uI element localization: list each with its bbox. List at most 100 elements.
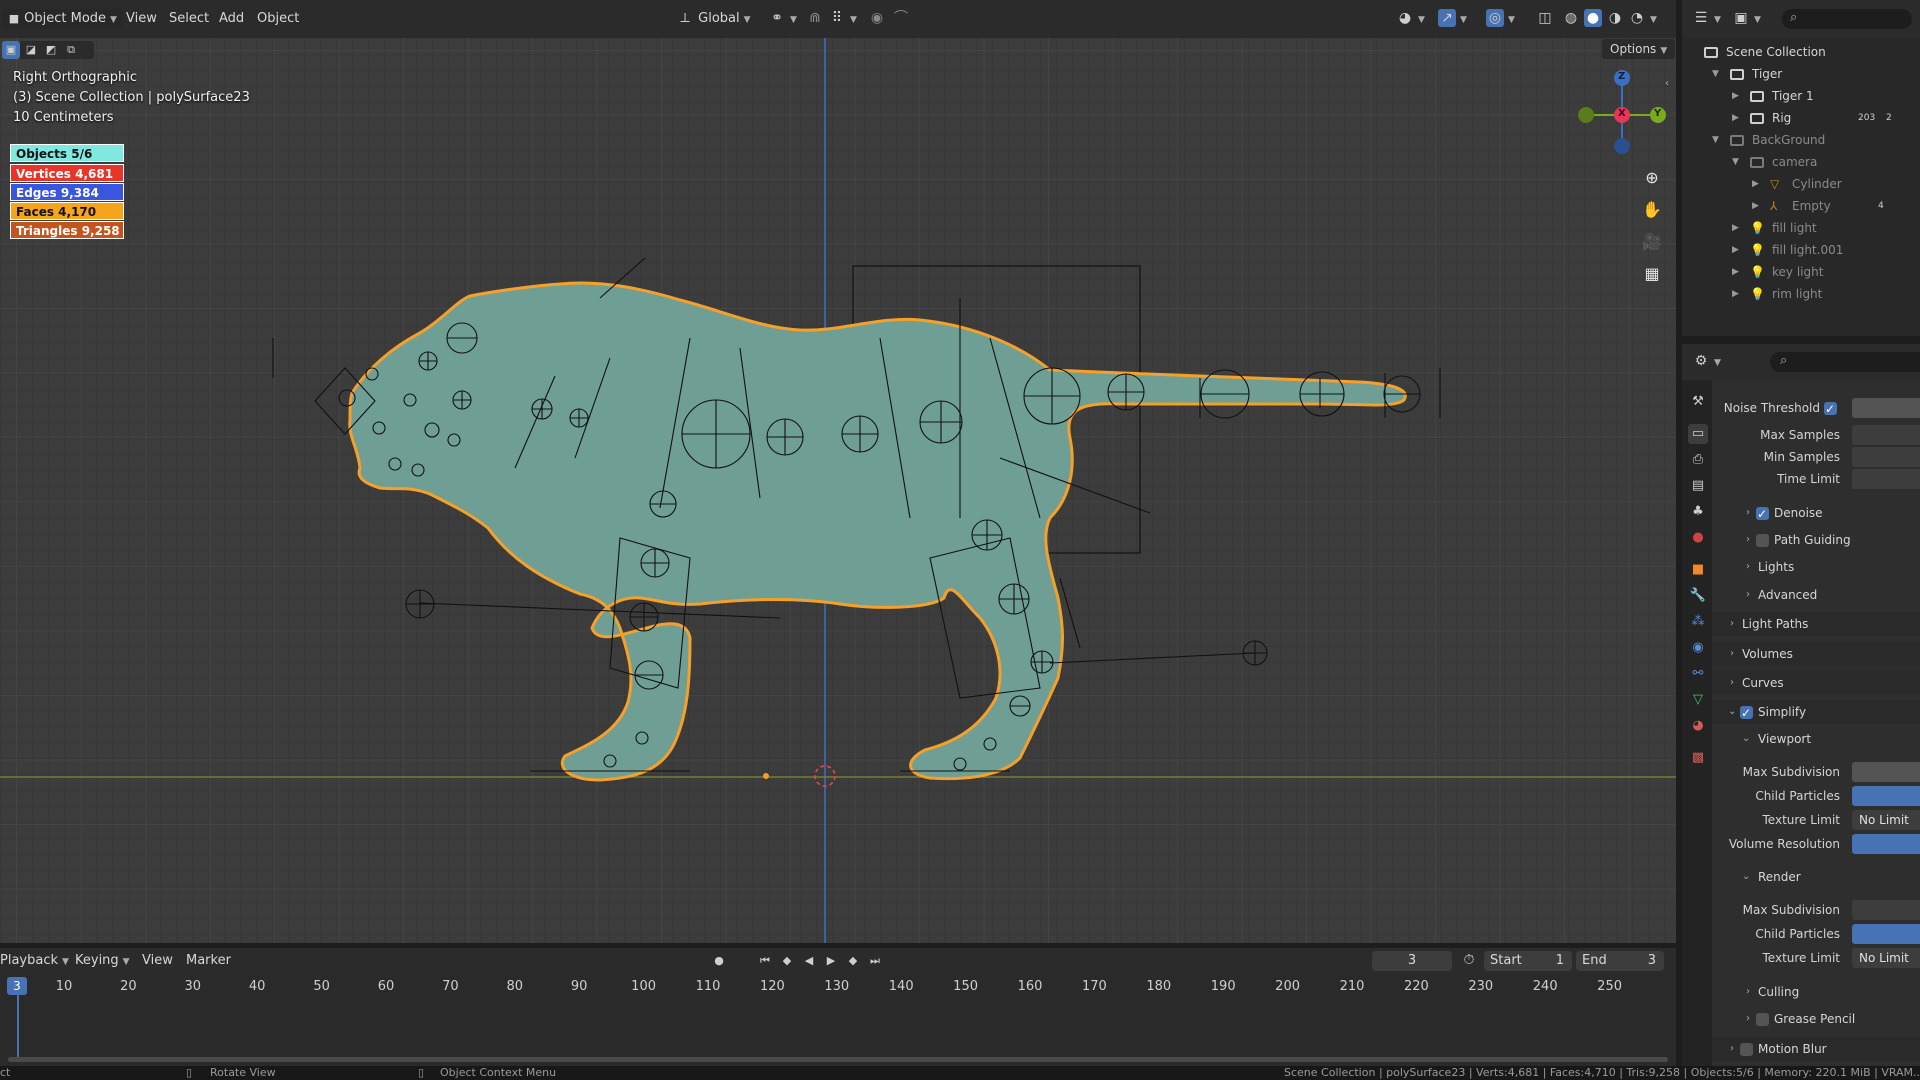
zoom-button[interactable]: ⊕ — [1638, 164, 1666, 192]
keying-menu[interactable]: Keying ▼ — [75, 951, 130, 971]
chevron-right-icon[interactable]: ▶ — [1732, 217, 1739, 239]
properties-editor-type[interactable]: ⚙ ▼ — [1692, 352, 1721, 372]
shading-material[interactable]: ◑ — [1606, 9, 1624, 29]
r-max-subdivision-field[interactable] — [1852, 900, 1920, 920]
grease-pencil-panel-header[interactable]: › Grease Pencil — [1712, 1007, 1920, 1031]
preview-range-toggle[interactable]: ⏱ — [1460, 951, 1478, 971]
pan-button[interactable]: ✋ — [1638, 196, 1666, 224]
render-subpanel-header[interactable]: ⌄ Render — [1712, 865, 1920, 889]
start-frame-field[interactable]: Start 1 — [1484, 951, 1572, 971]
path-guiding-checkbox[interactable] — [1756, 534, 1769, 547]
outliner-item[interactable]: ▶ 💡 fill light.001 — [1682, 239, 1920, 261]
r-texture-limit-dropdown[interactable]: No Limit — [1852, 948, 1920, 968]
chevron-right-icon[interactable]: ▶ — [1732, 261, 1739, 283]
prev-keyframe-button[interactable]: ◆ — [778, 951, 796, 971]
proportional-edit-toggle[interactable]: ◉ — [868, 9, 886, 29]
simplify-panel-header[interactable]: ⌄ Simplify — [1712, 700, 1920, 725]
sidebar-toggle-chevron-icon[interactable]: ‹ — [1665, 78, 1669, 89]
tab-world[interactable]: ● — [1688, 528, 1708, 548]
properties-panel[interactable]: Noise Threshold Max Samples Min Samples … — [1712, 380, 1920, 1066]
outliner-item[interactable]: ▶ Tiger 1 — [1682, 85, 1920, 107]
end-frame-field[interactable]: End 3 — [1576, 951, 1664, 971]
chevron-down-icon[interactable]: ▼ — [1732, 151, 1739, 173]
vp-volume-resolution-field[interactable] — [1852, 834, 1920, 854]
tab-constraints[interactable]: ⚯ — [1688, 664, 1708, 684]
chevron-right-icon[interactable]: ▶ — [1732, 85, 1739, 107]
vp-child-particles-field[interactable] — [1852, 786, 1920, 806]
tab-physics[interactable]: ◉ — [1688, 638, 1708, 658]
advanced-panel-header[interactable]: › Advanced — [1712, 583, 1920, 607]
volumes-panel-header[interactable]: › Volumes — [1712, 642, 1920, 666]
noise-threshold-field[interactable] — [1852, 398, 1920, 418]
tab-view-layer[interactable]: ▤ — [1688, 476, 1708, 496]
grease-pencil-checkbox[interactable] — [1756, 1013, 1769, 1026]
shading-wireframe[interactable]: ◍ — [1562, 9, 1580, 29]
shading-rendered[interactable]: ◔ ▼ — [1628, 9, 1657, 29]
display-mode-dropdown[interactable]: ▣ ▼ — [1732, 9, 1761, 29]
current-frame-field[interactable]: 3 — [1372, 951, 1452, 971]
outliner-item[interactable]: ▶ Rig 203 2 — [1682, 107, 1920, 129]
xray-toggle[interactable]: ◫ — [1536, 9, 1554, 29]
tab-particles[interactable]: ⁂ — [1688, 612, 1708, 632]
outliner-item[interactable]: ▼ camera — [1682, 151, 1920, 173]
outliner-item[interactable]: ▶ 💡 fill light — [1682, 217, 1920, 239]
path-guiding-panel-header[interactable]: › Path Guiding — [1712, 528, 1920, 552]
menu-add[interactable]: Add — [219, 9, 244, 29]
outliner-item[interactable]: ▶ ⅄ Empty 4 — [1682, 195, 1920, 217]
tab-tool[interactable]: ⚒ — [1688, 392, 1708, 412]
outliner-item[interactable]: ▶ 💡 rim light — [1682, 283, 1920, 305]
chevron-down-icon[interactable]: ▼ — [1712, 129, 1719, 151]
viewport-subpanel-header[interactable]: ⌄ Viewport — [1712, 727, 1920, 751]
outliner-item[interactable]: ▶ ▽ Cylinder — [1682, 173, 1920, 195]
menu-view[interactable]: View — [126, 9, 157, 29]
tab-modifiers[interactable]: 🔧 — [1688, 586, 1708, 606]
mode-dropdown[interactable]: ■ Object Mode ▼ — [2, 9, 123, 29]
pivot-dropdown[interactable]: ⚭ ▼ — [768, 9, 797, 29]
noise-threshold-checkbox[interactable] — [1824, 397, 1837, 421]
3d-viewport[interactable]: ▣ ◪ ◩ ⧉ Options ▼ Right Orthographic (3) … — [0, 38, 1676, 943]
shading-solid[interactable]: ● — [1584, 9, 1602, 29]
menu-select[interactable]: Select — [169, 9, 209, 29]
transform-orientation-dropdown[interactable]: ⟂ Global ▼ — [676, 9, 750, 29]
min-samples-field[interactable] — [1852, 447, 1920, 467]
chevron-right-icon[interactable]: ▶ — [1752, 195, 1759, 217]
gizmo-toggle[interactable]: ↗ ▼ — [1438, 9, 1467, 29]
curves-panel-header[interactable]: › Curves — [1712, 671, 1920, 695]
chevron-right-icon[interactable]: ▶ — [1732, 283, 1739, 305]
visibility-dropdown[interactable]: ◕ ▼ — [1396, 9, 1425, 29]
outliner-item[interactable]: ▶ 💡 key light — [1682, 261, 1920, 283]
timeline-view-menu[interactable]: View — [142, 951, 173, 971]
playhead-line[interactable] — [17, 995, 19, 1061]
motion-blur-panel-header[interactable]: › Motion Blur — [1712, 1037, 1920, 1061]
tab-scene[interactable]: ♣ — [1688, 502, 1708, 522]
timeline-scrollbar[interactable] — [8, 1057, 1668, 1062]
tab-texture[interactable]: ▩ — [1688, 748, 1708, 768]
vp-max-subdivision-field[interactable] — [1852, 762, 1920, 782]
max-samples-field[interactable] — [1852, 425, 1920, 445]
outliner-root[interactable]: Scene Collection — [1682, 41, 1920, 63]
tab-object[interactable]: ■ — [1688, 560, 1708, 580]
timeline-ruler[interactable]: 10 20 30 40 50 60 70 80 90 100 110 120 130 140 150 160 1… — [0, 974, 1676, 1000]
falloff-dropdown[interactable]: ⌒ — [892, 9, 910, 29]
jump-end-button[interactable]: ⏭ — [866, 951, 884, 971]
culling-panel-header[interactable]: › Culling — [1712, 980, 1920, 1004]
play-button[interactable]: ▶ — [822, 951, 840, 971]
next-keyframe-button[interactable]: ◆ — [844, 951, 862, 971]
snap-dropdown[interactable]: ⠿ ▼ — [828, 9, 857, 29]
marker-menu[interactable]: Marker — [186, 951, 231, 971]
chevron-down-icon[interactable]: ▼ — [1712, 63, 1719, 85]
tab-data[interactable]: ▽ — [1688, 690, 1708, 710]
r-child-particles-field[interactable] — [1852, 924, 1920, 944]
properties-search-input[interactable]: ⌕ — [1770, 352, 1920, 372]
time-limit-field[interactable] — [1852, 469, 1920, 489]
overlays-toggle[interactable]: ◎ ▼ — [1486, 9, 1515, 29]
play-reverse-button[interactable]: ◀ — [800, 951, 818, 971]
outliner-item[interactable]: ▼ Tiger — [1682, 63, 1920, 85]
simplify-checkbox[interactable] — [1740, 701, 1753, 725]
denoise-checkbox[interactable] — [1756, 502, 1769, 526]
lights-panel-header[interactable]: › Lights — [1712, 555, 1920, 579]
denoise-panel-header[interactable]: › Denoise — [1712, 501, 1920, 526]
chevron-right-icon[interactable]: ▶ — [1732, 239, 1739, 261]
light-paths-panel-header[interactable]: › Light Paths — [1712, 612, 1920, 636]
jump-start-button[interactable]: ⏮ — [756, 951, 774, 971]
